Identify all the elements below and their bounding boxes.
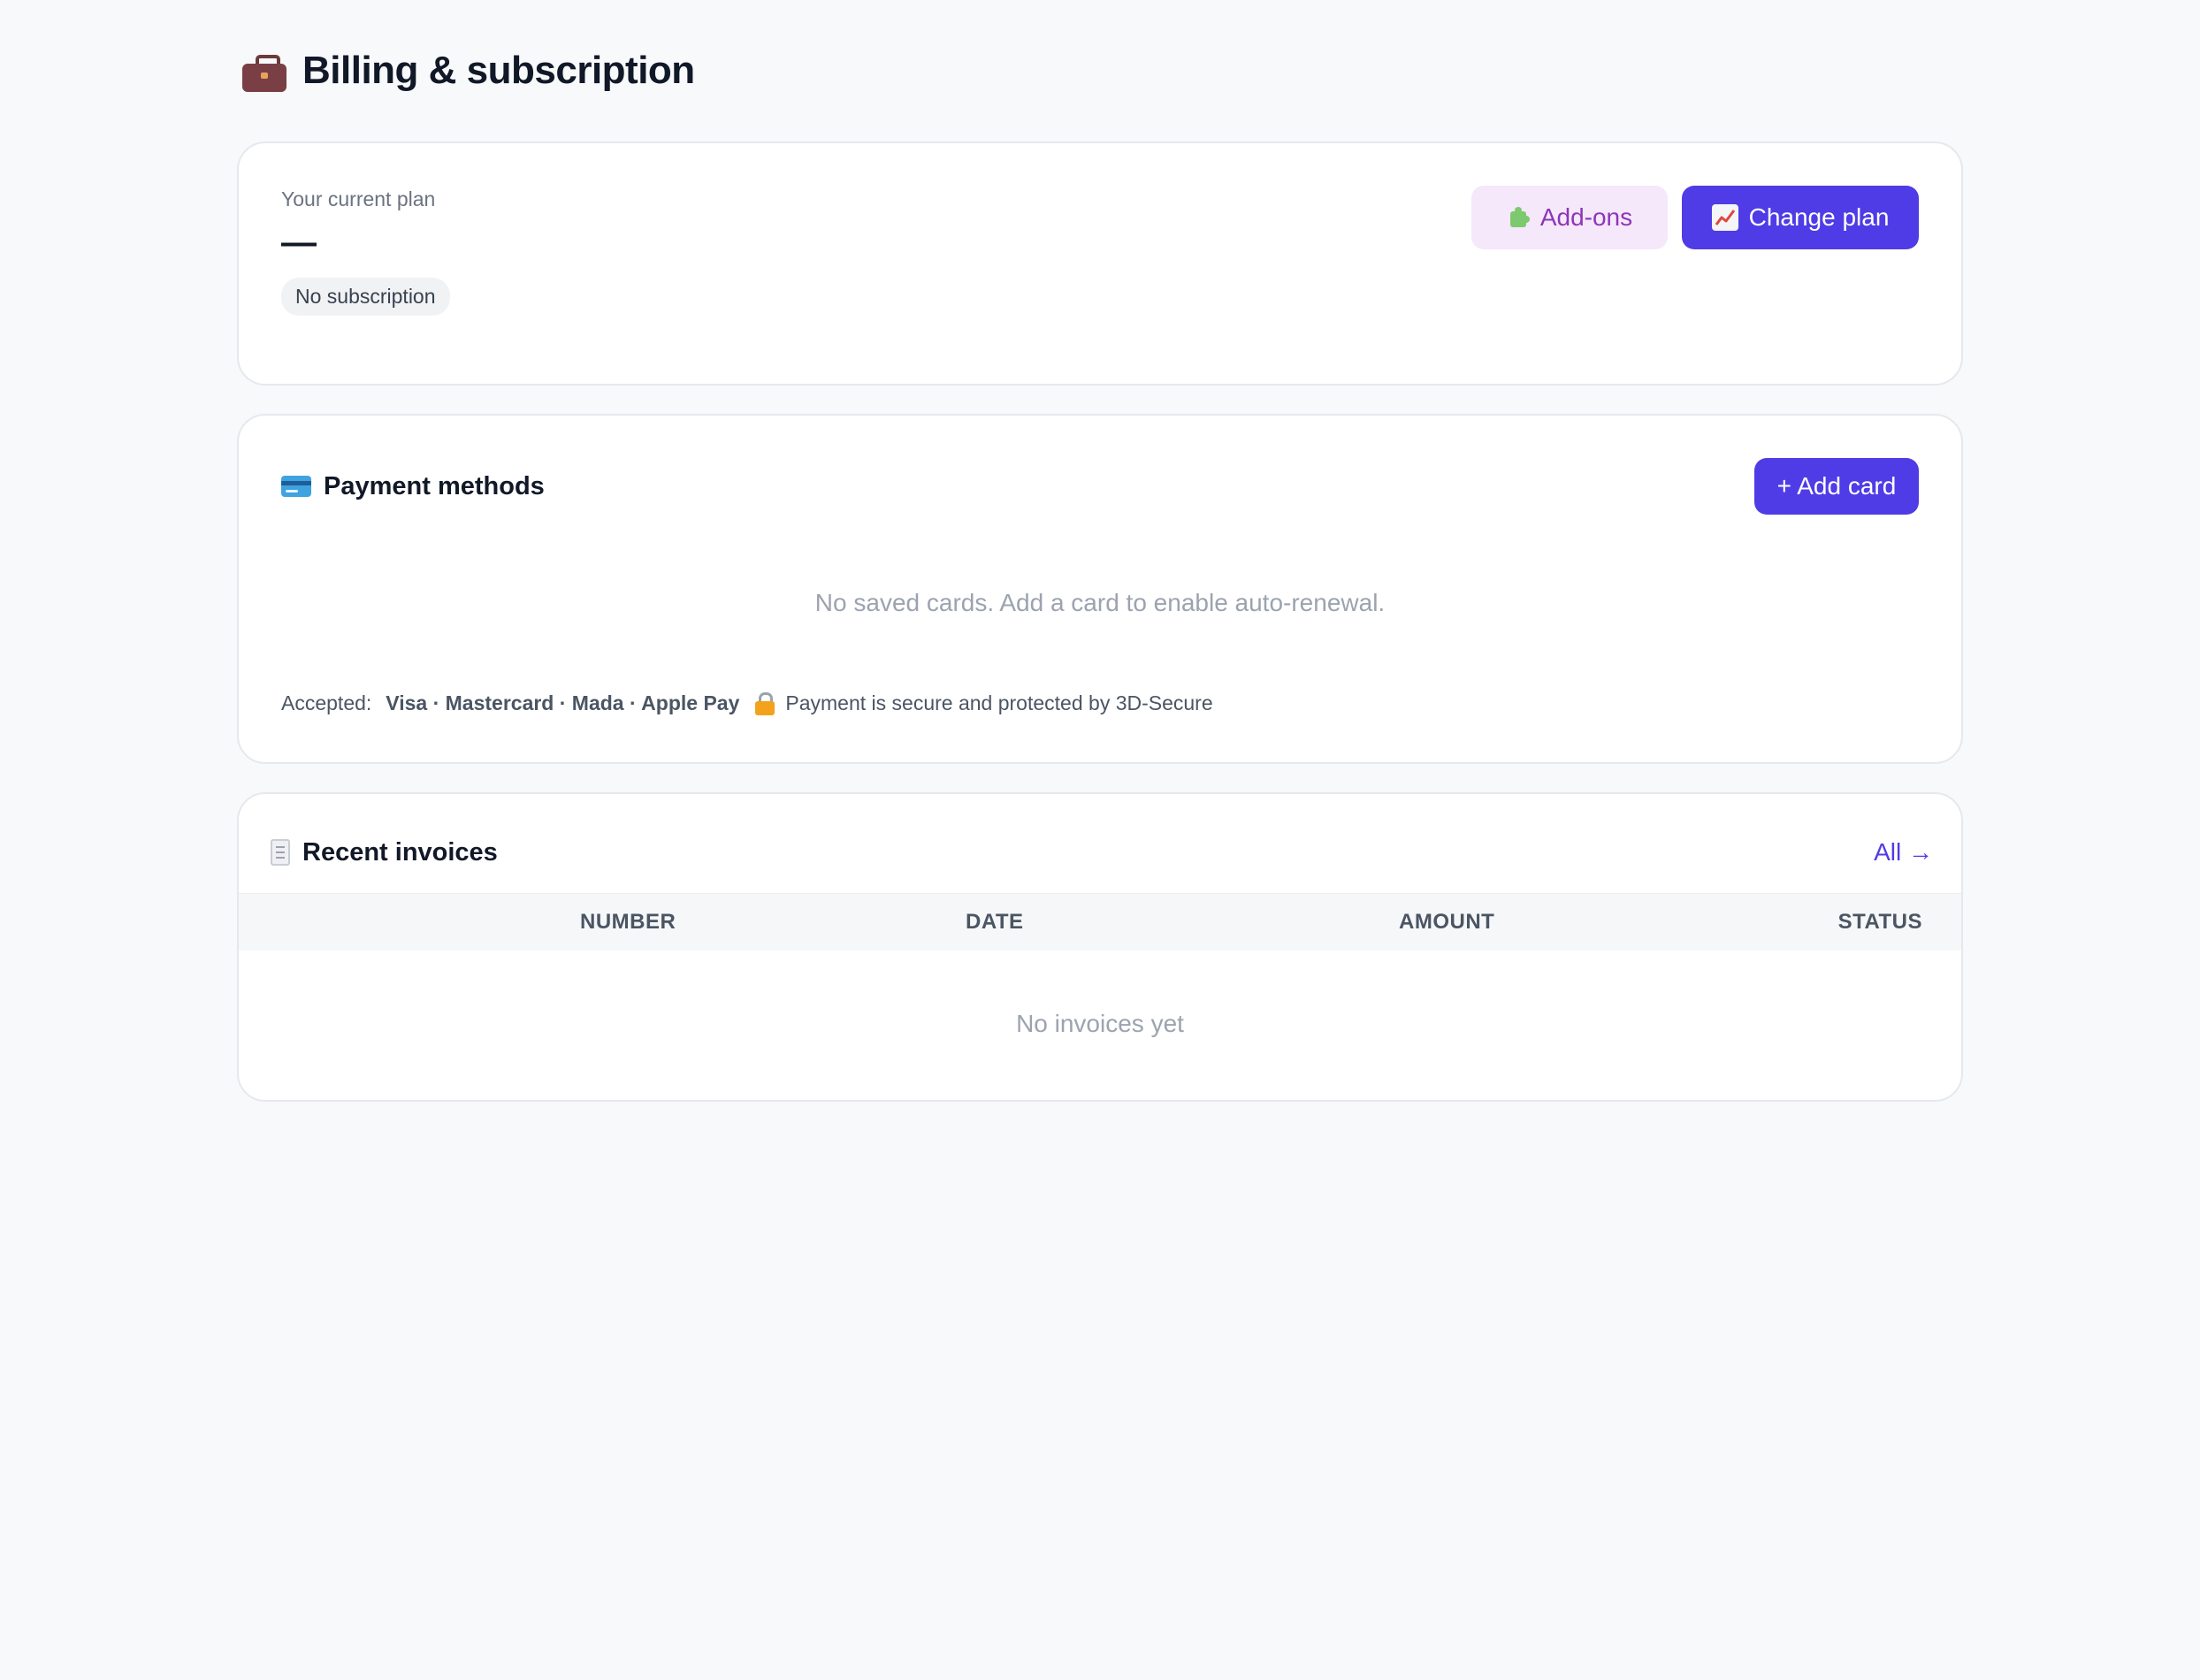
plan-actions: Add-ons Change plan	[1471, 186, 1919, 249]
credit-card-icon	[281, 476, 311, 497]
add-ons-label: Add-ons	[1539, 203, 1633, 231]
puzzle-icon	[1507, 206, 1530, 229]
column-header-number[interactable]: NUMBER	[580, 894, 676, 951]
recent-invoices-card: Recent invoices All → NUMBER DATE AMOUNT…	[237, 792, 1963, 1102]
receipt-icon	[271, 839, 290, 866]
add-card-button[interactable]: + Add card	[1754, 458, 1919, 515]
invoice-table-header: NUMBER DATE AMOUNT STATUS	[239, 893, 1961, 951]
no-invoices-message: No invoices yet	[1016, 1010, 1184, 1037]
change-plan-button[interactable]: Change plan	[1682, 186, 1919, 249]
billing-page: Billing & subscription Your current plan…	[237, 0, 1963, 1102]
current-plan-label: Your current plan	[281, 187, 436, 210]
current-plan-card: Your current plan — No subscription Add-…	[237, 141, 1963, 386]
chart-increasing-icon	[1711, 204, 1738, 231]
no-saved-cards-message: No saved cards. Add a card to enable aut…	[814, 589, 1386, 616]
secure-payment-note: Payment is secure and protected by 3D-Se…	[785, 691, 1213, 714]
subscription-status-badge: No subscription	[281, 278, 450, 316]
payment-methods-header: Payment methods	[281, 458, 545, 515]
page-title: Billing & subscription	[302, 49, 695, 92]
payment-methods-title: Payment methods	[324, 472, 545, 500]
payment-methods-card: Payment methods + Add card No saved card…	[237, 414, 1963, 764]
column-header-status[interactable]: STATUS	[1838, 894, 1922, 951]
lock-icon	[755, 691, 775, 715]
page-header: Billing & subscription	[237, 0, 1963, 141]
column-header-date[interactable]: DATE	[966, 894, 1024, 951]
current-plan-name: —	[281, 223, 317, 262]
accepted-methods-list: Visa · Mastercard · Mada · Apple Pay	[386, 691, 740, 714]
all-invoices-link[interactable]: All →	[1874, 824, 1933, 881]
add-ons-button[interactable]: Add-ons	[1471, 186, 1668, 249]
change-plan-label: Change plan	[1748, 203, 1890, 231]
briefcase-icon	[242, 55, 286, 92]
accepted-label: Accepted:	[281, 691, 372, 714]
column-header-amount[interactable]: AMOUNT	[1399, 894, 1494, 951]
recent-invoices-header: Recent invoices	[271, 824, 498, 881]
recent-invoices-title: Recent invoices	[302, 838, 498, 867]
accepted-methods-row: Accepted: Visa · Mastercard · Mada · App…	[281, 691, 1213, 715]
